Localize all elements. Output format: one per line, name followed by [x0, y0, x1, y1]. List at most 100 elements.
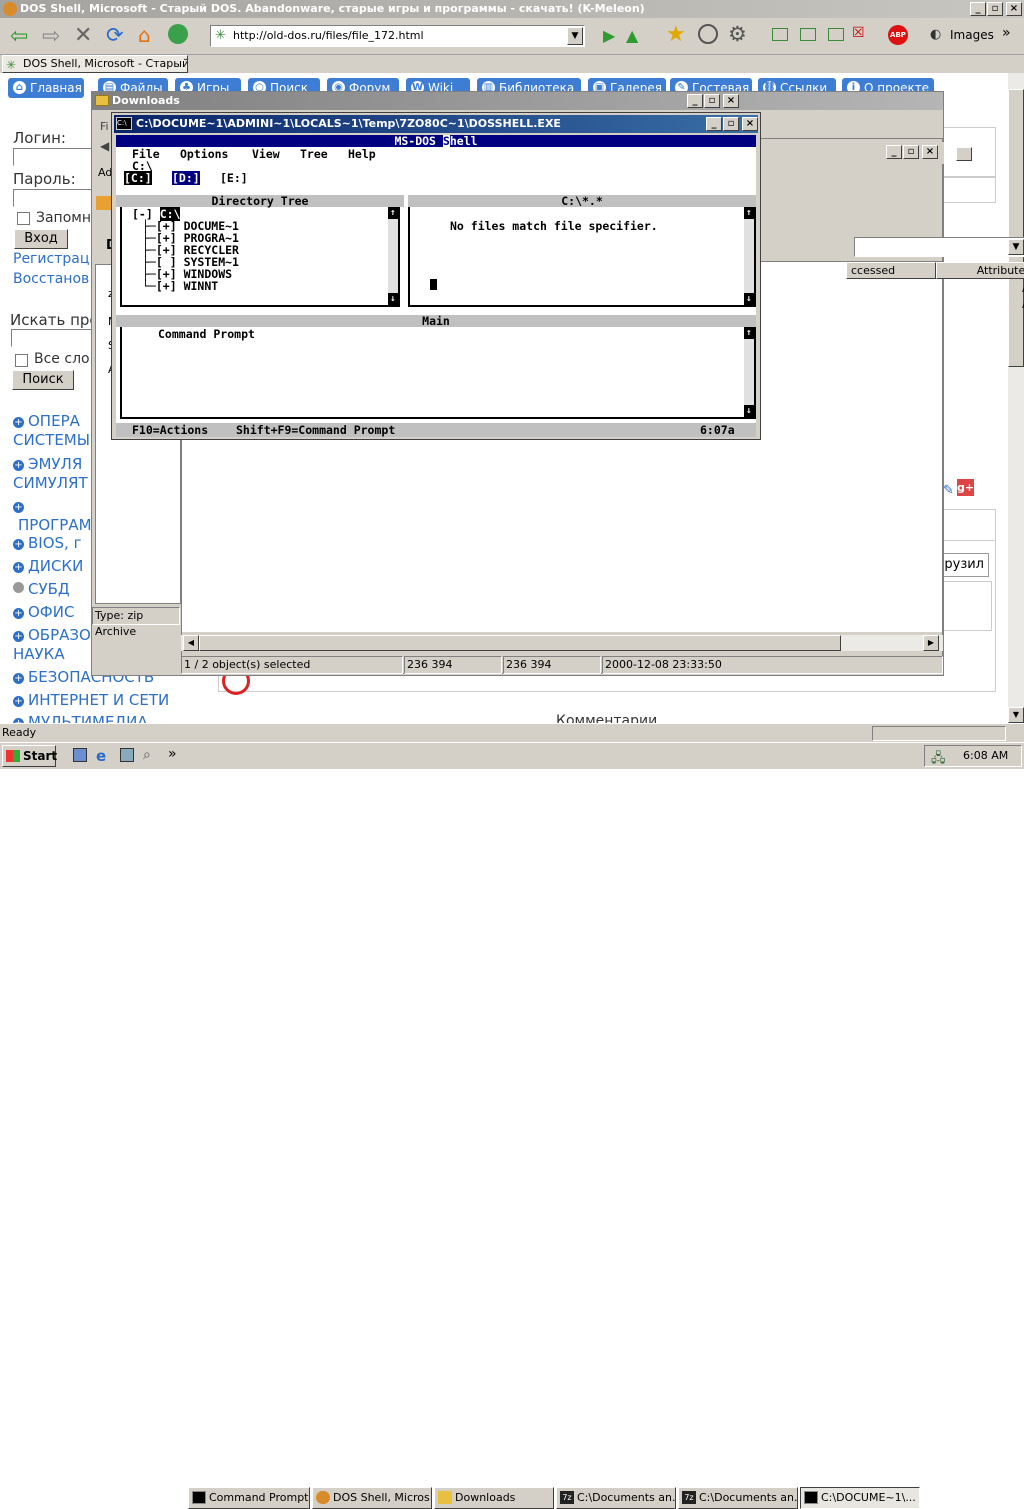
quicklaunch-desktop-icon[interactable]: [73, 748, 87, 762]
page-scrollbar[interactable]: ▼: [1008, 73, 1024, 723]
category-disks[interactable]: + ДИСКИ: [13, 557, 83, 576]
history-icon[interactable]: [698, 24, 718, 44]
task-7zip-2[interactable]: 7z C:\Documents an...: [678, 1487, 798, 1509]
drive-d[interactable]: [D:]: [172, 171, 200, 185]
cmd-maximize-button[interactable]: ▫: [723, 117, 739, 131]
category-bios[interactable]: + BIOS, г: [13, 534, 81, 553]
sevenzip-maximize-button[interactable]: ▫: [903, 145, 919, 159]
start-button[interactable]: Start: [2, 745, 57, 767]
browser-tab[interactable]: ✳ DOS Shell, Microsoft - Старый ...: [2, 55, 188, 73]
downloads-minimize-button[interactable]: _: [687, 94, 703, 108]
hscroll-thumb[interactable]: [199, 635, 841, 651]
dosshell-screen[interactable]: MS-DOS Shell File Options View Tree Help…: [116, 135, 756, 437]
category-emulators[interactable]: + ЭМУЛЯ СИМУЛЯТ: [13, 455, 88, 493]
url-bar[interactable]: ✳ http://old-dos.ru/files/file_172.html …: [210, 25, 585, 47]
hscroll-left-button[interactable]: ◀: [183, 635, 199, 651]
site-search-button[interactable]: Поиск: [12, 370, 74, 390]
downloads-maximize-button[interactable]: ▫: [704, 94, 720, 108]
all-words-checkbox[interactable]: [15, 354, 28, 367]
url-dropdown-button[interactable]: ▼: [567, 27, 583, 45]
main-scroll-down-icon[interactable]: ↓: [744, 405, 754, 417]
bookmark-star-icon[interactable]: ★: [666, 22, 686, 47]
page-scrollbar-thumb[interactable]: [1008, 89, 1024, 367]
files-scroll-up-icon[interactable]: ↑: [744, 207, 754, 219]
google-plus-icon[interactable]: g+: [957, 479, 974, 496]
category-multimedia[interactable]: +МУЛЬТИМЕДИА: [13, 713, 148, 723]
quicklaunch-search-icon[interactable]: ⌕: [143, 747, 151, 763]
dos-menu-view[interactable]: View: [252, 147, 280, 161]
sevenzip-path-combo[interactable]: ▼: [854, 237, 1024, 257]
tray-clock[interactable]: 6:08 AM: [963, 749, 1008, 762]
dos-menu-options[interactable]: Options: [180, 147, 228, 161]
up-icon[interactable]: ▲: [626, 26, 638, 45]
restore-link[interactable]: Восстанов: [13, 271, 89, 287]
task-dos-shell-browser[interactable]: DOS Shell, Micros...: [312, 1487, 432, 1509]
quicklaunch-overflow-icon[interactable]: »: [168, 746, 177, 762]
browser-maximize-button[interactable]: ▫: [987, 2, 1003, 16]
category-internet[interactable]: + ИНТЕРНЕТ И СЕТИ: [13, 691, 169, 710]
page-scroll-down-button[interactable]: ▼: [1008, 707, 1024, 723]
hscroll-right-button[interactable]: ▶: [923, 635, 939, 651]
main-pane[interactable]: Command Prompt ↑ ↓: [120, 327, 756, 419]
drive-e[interactable]: [E:]: [220, 171, 248, 185]
tree-pane[interactable]: [-] C:\ ├─[+] DOCUME~1 ├─[+] PROGRA~1 ├─[+…: [120, 207, 400, 307]
browser-minimize-button[interactable]: _: [970, 2, 986, 16]
back-icon[interactable]: ⇦: [10, 24, 28, 49]
quicklaunch-media-icon[interactable]: [120, 748, 134, 762]
sevenzip-minimize-button[interactable]: _: [886, 145, 902, 159]
settings-gear-icon[interactable]: ⚙: [728, 22, 747, 46]
quicklaunch-ie-icon[interactable]: e: [96, 747, 106, 765]
go-icon[interactable]: ▶: [603, 26, 615, 45]
task-command-prompt[interactable]: Command Prompt: [188, 1487, 310, 1509]
window-restore-icon[interactable]: [772, 28, 788, 41]
downloads-menu-file[interactable]: Fi: [100, 120, 109, 133]
task-dosshell-exe[interactable]: C:\DOCUME~1\...: [800, 1487, 920, 1509]
globe-icon[interactable]: [168, 24, 188, 44]
images-toggle-label[interactable]: Images: [950, 28, 994, 42]
tree-scroll-up-icon[interactable]: ↑: [388, 207, 398, 219]
main-scrollbar[interactable]: ↑ ↓: [744, 327, 754, 417]
task-7zip-1[interactable]: 7z C:\Documents an...: [556, 1487, 676, 1509]
downloads-hscroll[interactable]: ◀ ▶: [181, 635, 943, 651]
dos-menu-tree[interactable]: Tree: [300, 147, 328, 161]
files-scroll-down-icon[interactable]: ↓: [744, 293, 754, 305]
remember-checkbox[interactable]: [17, 212, 30, 225]
main-scroll-up-icon[interactable]: ↑: [744, 327, 754, 339]
col-accessed-header[interactable]: ccessed: [846, 262, 936, 279]
category-dbms[interactable]: СУБД: [13, 580, 70, 599]
sevenzip-path-dropdown-button[interactable]: ▼: [1008, 239, 1024, 255]
login-input[interactable]: [13, 148, 93, 166]
home-icon[interactable]: ⌂: [138, 23, 151, 47]
files-scrollbar[interactable]: ↑ ↓: [744, 207, 754, 305]
program-command-prompt[interactable]: Command Prompt: [158, 327, 255, 341]
category-os[interactable]: + ОПЕРА СИСТЕМЫ: [13, 412, 90, 450]
nav-home[interactable]: ⌂ Главная: [8, 78, 84, 98]
share-icon[interactable]: ✎: [943, 483, 954, 498]
adblock-icon[interactable]: ABP: [888, 25, 908, 45]
password-input[interactable]: [13, 189, 93, 207]
reload-icon[interactable]: ⟳: [106, 23, 124, 47]
sevenzip-close-button[interactable]: ×: [922, 145, 938, 159]
window-tile-icon[interactable]: [800, 28, 816, 41]
tree-scrollbar[interactable]: ↑ ↓: [388, 207, 398, 305]
new-window-icon[interactable]: [828, 28, 844, 41]
task-downloads[interactable]: Downloads: [434, 1487, 554, 1509]
downloads-close-button[interactable]: ×: [723, 94, 739, 108]
category-office[interactable]: + ОФИС: [13, 603, 74, 622]
sevenzip-minimize-button[interactable]: [956, 147, 972, 161]
images-toggle-icon[interactable]: ◐: [930, 27, 941, 42]
downloads-back-icon[interactable]: ◀: [100, 139, 109, 153]
tree-scroll-down-icon[interactable]: ↓: [388, 293, 398, 305]
register-link[interactable]: Регистрац: [13, 251, 89, 267]
files-pane[interactable]: No files match file specifier. ↑ ↓: [408, 207, 756, 307]
dos-menu-help[interactable]: Help: [348, 147, 376, 161]
forward-icon[interactable]: ⇨: [42, 24, 60, 49]
cmd-close-button[interactable]: ×: [742, 117, 758, 131]
col-attributes-header[interactable]: Attributes: [936, 262, 1024, 279]
cmd-minimize-button[interactable]: _: [706, 117, 722, 131]
browser-close-button[interactable]: ×: [1006, 2, 1022, 16]
url-text[interactable]: http://old-dos.ru/files/file_172.html: [233, 29, 424, 42]
toolbar-overflow-icon[interactable]: »: [1002, 25, 1011, 41]
login-button[interactable]: Вход: [14, 229, 68, 249]
stop-icon[interactable]: ✕: [74, 23, 92, 48]
